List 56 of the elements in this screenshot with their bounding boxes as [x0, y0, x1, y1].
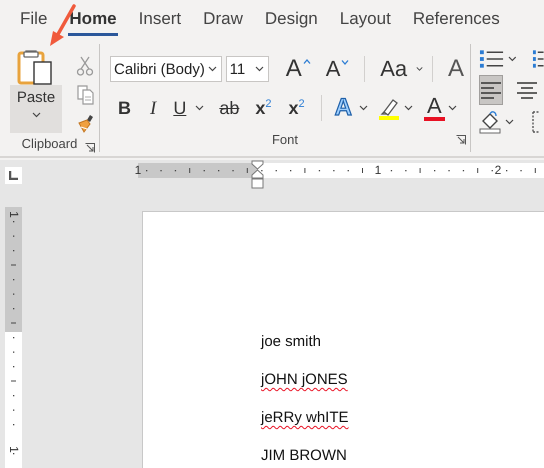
caret-icon[interactable]	[404, 105, 413, 111]
document-text-line: JIM BROWN	[261, 446, 347, 466]
ribbon-tab[interactable]: Design	[264, 5, 318, 35]
font-color-button[interactable]: A	[424, 95, 445, 121]
dialog-launcher-icon[interactable]	[456, 135, 466, 145]
clear-formatting-button[interactable]: A	[442, 57, 470, 81]
tab-stop-icon[interactable]	[9, 171, 18, 180]
font-size-dropdown[interactable]: 11	[226, 56, 270, 82]
underline-button[interactable]: U	[167, 99, 192, 117]
highlighter-icon[interactable]	[376, 96, 401, 120]
scissors-icon[interactable]	[76, 56, 94, 76]
caret-icon[interactable]	[195, 105, 204, 111]
bullet-list-icon[interactable]	[479, 48, 504, 70]
copy-icon[interactable]	[76, 85, 96, 105]
ribbon-tab[interactable]: Home	[69, 5, 117, 35]
ruler-number: 1	[134, 163, 142, 178]
ruler-number: 1	[7, 445, 20, 455]
paste-button[interactable]: Paste	[10, 85, 62, 133]
format-painter-icon[interactable]	[76, 114, 96, 134]
grow-font-button[interactable]: A	[280, 57, 317, 81]
font-name-dropdown[interactable]: Calibri (Body)	[110, 56, 222, 82]
caret-icon[interactable]	[508, 56, 517, 62]
group-label: Font	[272, 132, 298, 146]
document-text-line: joe smith	[261, 332, 322, 352]
caret-icon[interactable]	[255, 66, 264, 72]
change-case-button[interactable]: Aa	[374, 58, 414, 80]
caret-icon[interactable]	[416, 66, 424, 72]
ruler-number: 2	[494, 163, 502, 178]
ribbon-tab[interactable]: References	[412, 5, 500, 35]
tab-stop-button[interactable]	[5, 167, 22, 184]
document-text-line: jeRRy whITE	[261, 408, 349, 428]
bold-button[interactable]: B	[110, 99, 139, 117]
ribbon-tab[interactable]: Layout	[340, 5, 391, 35]
ribbon-tab[interactable]: Insert	[138, 5, 182, 35]
ruler-number: 1	[7, 210, 20, 220]
caret-icon	[341, 60, 350, 65]
align-left-button[interactable]	[479, 75, 503, 105]
italic-button[interactable]: I	[142, 98, 164, 118]
caret-icon[interactable]	[448, 105, 457, 111]
strikethrough-button[interactable]: ab	[213, 99, 246, 117]
shrink-font-button[interactable]: A	[320, 58, 356, 80]
numbered-list-icon[interactable]	[532, 48, 544, 70]
group-label: Clipboard	[22, 136, 78, 150]
ribbon-tab[interactable]: File	[20, 5, 48, 35]
caret-icon[interactable]	[32, 112, 40, 118]
borders-icon[interactable]	[532, 110, 540, 134]
caret-icon[interactable]	[505, 119, 514, 125]
ribbon-tab[interactable]: Draw	[203, 5, 243, 35]
dialog-launcher-icon[interactable]	[85, 143, 95, 153]
ruler-number: 1	[374, 163, 382, 178]
caret-up-icon	[302, 59, 311, 64]
caret-icon[interactable]	[208, 66, 217, 72]
paint-bucket-icon[interactable]	[479, 110, 501, 134]
superscript-button[interactable]: x$^{2}$	[282, 99, 312, 117]
document-text-line: jOHN jONES	[261, 370, 348, 390]
caret-icon[interactable]	[358, 105, 368, 111]
